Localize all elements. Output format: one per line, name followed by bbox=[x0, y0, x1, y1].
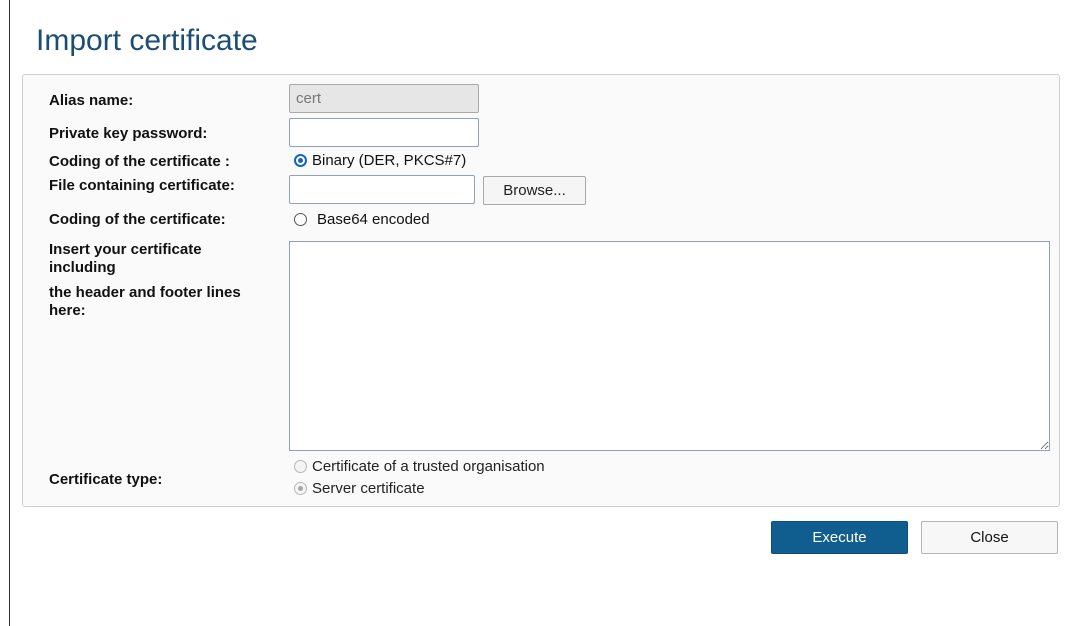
cert-type-trusted-text: Certificate of a trusted organisation bbox=[312, 458, 545, 475]
insert-label-line-4: here: bbox=[49, 302, 86, 319]
coding-binary-option-text: Binary (DER, PKCS#7) bbox=[312, 152, 467, 169]
insert-label-line-3: the header and footer lines bbox=[49, 284, 241, 301]
cert-type-trusted-radio[interactable] bbox=[294, 460, 307, 473]
file-label: File containing certificate: bbox=[49, 177, 235, 194]
file-input[interactable] bbox=[289, 175, 475, 204]
browse-button[interactable]: Browse... bbox=[483, 176, 586, 205]
insert-label-line-1: Insert your certificate bbox=[49, 241, 202, 258]
execute-button[interactable]: Execute bbox=[771, 521, 908, 554]
form-panel: Alias name: Private key password: Coding… bbox=[22, 74, 1060, 507]
coding-base64-radio-row[interactable]: Base64 encoded bbox=[294, 211, 430, 228]
alias-input[interactable] bbox=[289, 84, 479, 113]
alias-label: Alias name: bbox=[49, 92, 134, 109]
coding-binary-radio[interactable] bbox=[294, 154, 307, 167]
cert-type-trusted-row[interactable]: Certificate of a trusted organisation bbox=[294, 458, 545, 475]
close-button[interactable]: Close bbox=[921, 521, 1058, 554]
cert-type-server-radio[interactable] bbox=[294, 482, 307, 495]
cert-type-server-row[interactable]: Server certificate bbox=[294, 480, 425, 497]
certificate-textarea[interactable] bbox=[289, 241, 1050, 451]
password-label: Private key password: bbox=[49, 125, 208, 142]
coding-base64-option-text: Base64 encoded bbox=[317, 211, 430, 228]
coding-binary-radio-row[interactable]: Binary (DER, PKCS#7) bbox=[294, 152, 466, 169]
cert-type-label: Certificate type: bbox=[49, 471, 163, 488]
cert-type-server-text: Server certificate bbox=[312, 480, 425, 497]
password-input[interactable] bbox=[289, 118, 479, 147]
coding-base64-label: Coding of the certificate: bbox=[49, 211, 226, 228]
import-certificate-dialog: Import certificate Alias name: Private k… bbox=[9, 0, 1072, 626]
coding-base64-radio[interactable] bbox=[294, 213, 307, 226]
insert-label-line-2: including bbox=[49, 259, 116, 276]
dialog-title: Import certificate bbox=[36, 24, 258, 57]
coding-binary-label: Coding of the certificate : bbox=[49, 153, 230, 170]
